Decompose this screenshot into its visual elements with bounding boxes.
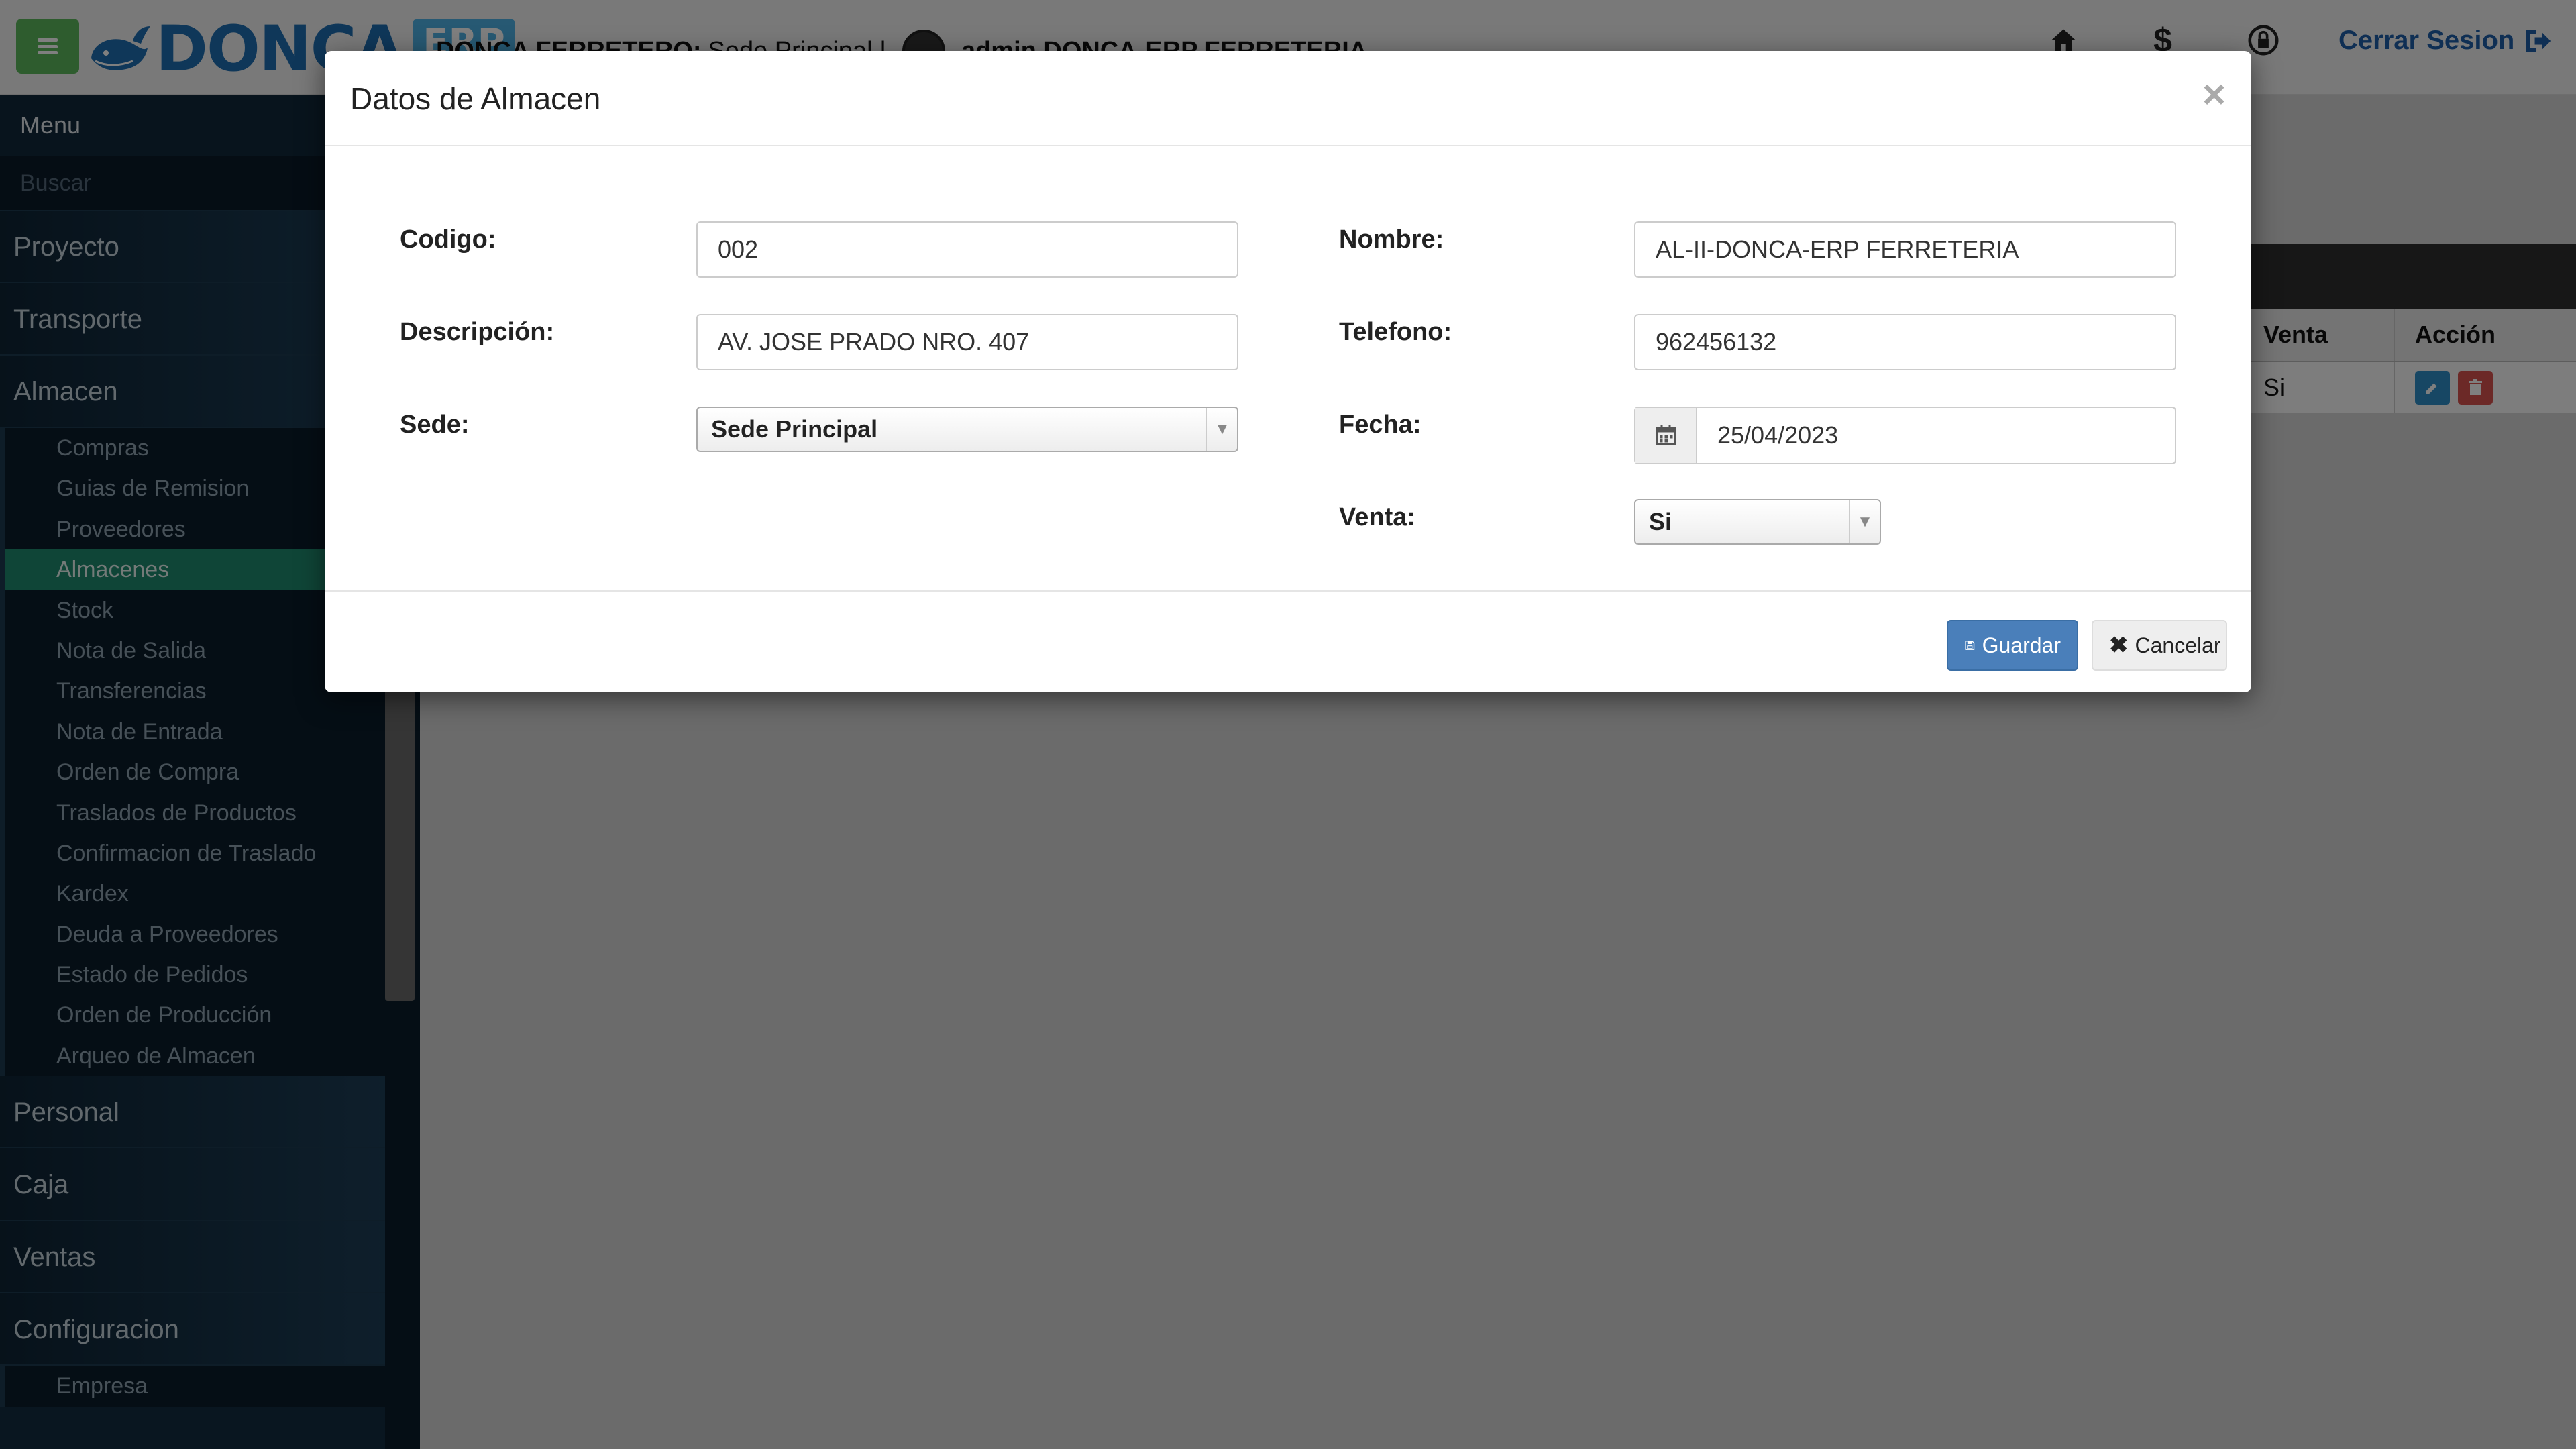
calendar-icon[interactable] <box>1635 408 1697 463</box>
nombre-field[interactable]: AL-II-DONCA-ERP FERRETERIA <box>1634 221 2176 278</box>
cancel-label: Cancelar <box>2135 633 2221 657</box>
fecha-field[interactable]: 25/04/2023 <box>1634 407 2176 464</box>
venta-label: Venta: <box>1339 503 1416 531</box>
close-icon[interactable]: × <box>2202 71 2226 117</box>
venta-selected-value: Si <box>1649 508 1672 535</box>
sede-select[interactable]: Sede Principal ▼ <box>696 407 1238 452</box>
modal-title: Datos de Almacen <box>350 81 601 116</box>
floppy-disk-icon <box>1965 641 1975 650</box>
sede-label: Sede: <box>400 411 470 439</box>
save-button[interactable]: Guardar <box>1947 620 2078 671</box>
warehouse-modal: Datos de Almacen × Codigo: 002 Descripci… <box>325 51 2251 692</box>
codigo-field[interactable]: 002 <box>696 221 1238 278</box>
fecha-label: Fecha: <box>1339 411 1421 439</box>
modal-body: Codigo: 002 Descripción: AV. JOSE PRADO … <box>325 146 2251 590</box>
telefono-label: Telefono: <box>1339 318 1452 346</box>
fecha-input[interactable]: 25/04/2023 <box>1697 408 2175 463</box>
nombre-label: Nombre: <box>1339 225 1444 254</box>
sede-selected-value: Sede Principal <box>711 415 878 443</box>
telefono-field[interactable]: 962456132 <box>1634 314 2176 370</box>
dropdown-arrow-icon: ▼ <box>1206 408 1237 451</box>
descripcion-field[interactable]: AV. JOSE PRADO NRO. 407 <box>696 314 1238 370</box>
close-icon: ✖ <box>2109 633 2129 658</box>
venta-select[interactable]: Si ▼ <box>1634 499 1881 545</box>
dropdown-arrow-icon: ▼ <box>1849 500 1880 543</box>
descripcion-label: Descripción: <box>400 318 555 346</box>
modal-footer: Guardar ✖ Cancelar <box>325 590 2251 692</box>
codigo-label: Codigo: <box>400 225 496 254</box>
save-label: Guardar <box>1982 633 2061 657</box>
modal-header: Datos de Almacen × <box>325 51 2251 146</box>
cancel-button[interactable]: ✖ Cancelar <box>2092 620 2227 671</box>
